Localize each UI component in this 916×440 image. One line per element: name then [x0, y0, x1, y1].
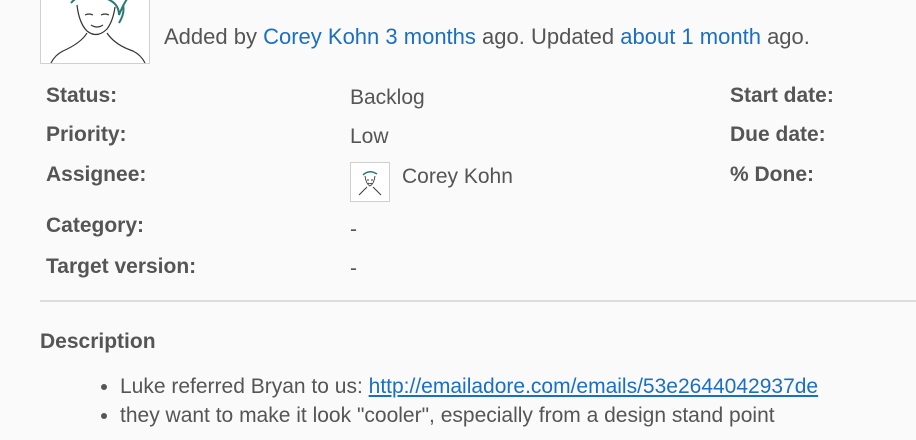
target-version-value: - — [350, 257, 357, 280]
updated-text: ago. Updated — [482, 24, 615, 49]
priority-value: Low — [350, 125, 389, 148]
description-item-text: Luke referred Bryan to us: — [120, 375, 369, 398]
percent-done-label: % Done: — [730, 163, 814, 186]
category-value: - — [350, 218, 357, 241]
section-divider — [40, 300, 916, 302]
assignee-label: Assignee: — [46, 163, 147, 186]
ago-text: ago. — [767, 24, 810, 49]
list-item: they want to make it look "cooler", espe… — [120, 401, 916, 430]
list-item: Luke referred Bryan to us: http://emaila… — [120, 372, 916, 401]
priority-label: Priority: — [46, 123, 127, 146]
target-version-label: Target version: — [46, 255, 197, 278]
category-label: Category: — [46, 214, 145, 237]
author-link[interactable]: Corey Kohn — [263, 24, 379, 49]
description-list: Luke referred Bryan to us: http://emaila… — [80, 372, 916, 430]
start-date-label: Start date: — [730, 84, 834, 107]
assignee-link[interactable]: Corey Kohn — [402, 165, 513, 189]
due-date-label: Due date: — [730, 123, 826, 146]
description-title: Description — [40, 330, 156, 353]
issue-byline: Added by Corey Kohn 3 months ago. Update… — [164, 24, 810, 50]
description-item-text: they want to make it look "cooler", espe… — [120, 404, 775, 427]
status-value: Backlog — [350, 86, 425, 109]
added-time-link[interactable]: 3 months — [385, 24, 476, 49]
status-label: Status: — [46, 84, 118, 107]
email-link[interactable]: http://emailadore.com/emails/53e26440429… — [369, 375, 818, 398]
assignee-avatar-icon[interactable] — [350, 162, 390, 202]
updated-time-link[interactable]: about 1 month — [620, 24, 761, 49]
author-avatar-icon[interactable] — [40, 0, 150, 64]
added-by-text: Added by — [164, 24, 257, 49]
